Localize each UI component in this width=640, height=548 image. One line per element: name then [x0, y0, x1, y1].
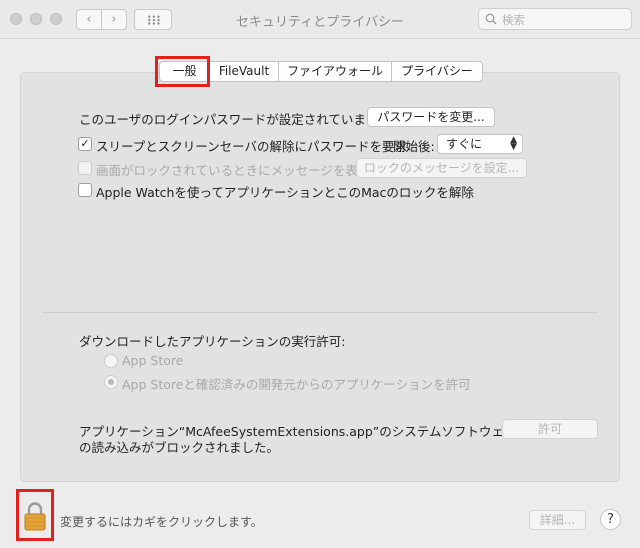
search-placeholder: 検索	[502, 13, 525, 27]
radio-selected-dot	[108, 379, 114, 385]
search-icon	[485, 13, 497, 25]
tab-firewall[interactable]: ファイアウォール	[278, 61, 392, 82]
blocked-message-line2: の読み込みがブロックされました。	[79, 440, 280, 455]
help-button[interactable]: ?	[600, 509, 621, 530]
password-delay-select[interactable]: すぐに ▲ ▼	[437, 134, 523, 154]
password-delay-value: すぐに	[446, 137, 483, 151]
allow-button[interactable]: 許可	[502, 419, 598, 439]
radio-app-store-identified-label: App Storeと確認済みの開発元からのアプリケーションを許可	[122, 377, 471, 392]
checkmark-icon: ✓	[80, 137, 90, 150]
search-field[interactable]: 検索	[478, 8, 632, 30]
apple-watch-label: Apple Watchを使ってアプリケーションとこのMacのロックを解除	[96, 185, 474, 200]
lock-message-checkbox[interactable]	[78, 161, 92, 175]
password-status-text: このユーザのログインパスワードが設定されています	[79, 112, 379, 127]
require-password-label: スリープとスクリーンセーバの解除にパスワードを要求	[96, 139, 408, 154]
radio-app-store-identified[interactable]	[104, 375, 118, 389]
title-bar: ‹ › セキュリティとプライバシー 検索	[0, 0, 640, 39]
lock-message-label: 画面がロックされているときにメッセージを表示	[96, 163, 371, 178]
section-divider	[42, 312, 598, 313]
updown-arrows-icon: ▲ ▼	[510, 135, 517, 152]
set-lock-message-button[interactable]: ロックのメッセージを設定...	[356, 158, 527, 178]
lock-instruction-text: 変更するにはカギをクリックします。	[60, 515, 263, 529]
tab-filevault[interactable]: FileVault	[209, 61, 279, 82]
change-password-button[interactable]: パスワードを変更...	[367, 107, 495, 127]
highlight-box-general-tab	[155, 56, 210, 87]
highlight-box-lock	[16, 489, 54, 541]
radio-app-store[interactable]	[104, 354, 118, 368]
delay-label: 開始後:	[393, 139, 435, 154]
question-mark-icon: ?	[607, 512, 614, 527]
advanced-button[interactable]: 詳細...	[529, 510, 586, 530]
radio-app-store-label: App Store	[122, 353, 184, 368]
apple-watch-checkbox[interactable]	[78, 183, 92, 197]
tab-privacy[interactable]: プライバシー	[391, 61, 483, 82]
require-password-checkbox[interactable]: ✓	[78, 137, 92, 151]
downloads-heading: ダウンロードしたアプリケーションの実行許可:	[79, 334, 346, 349]
